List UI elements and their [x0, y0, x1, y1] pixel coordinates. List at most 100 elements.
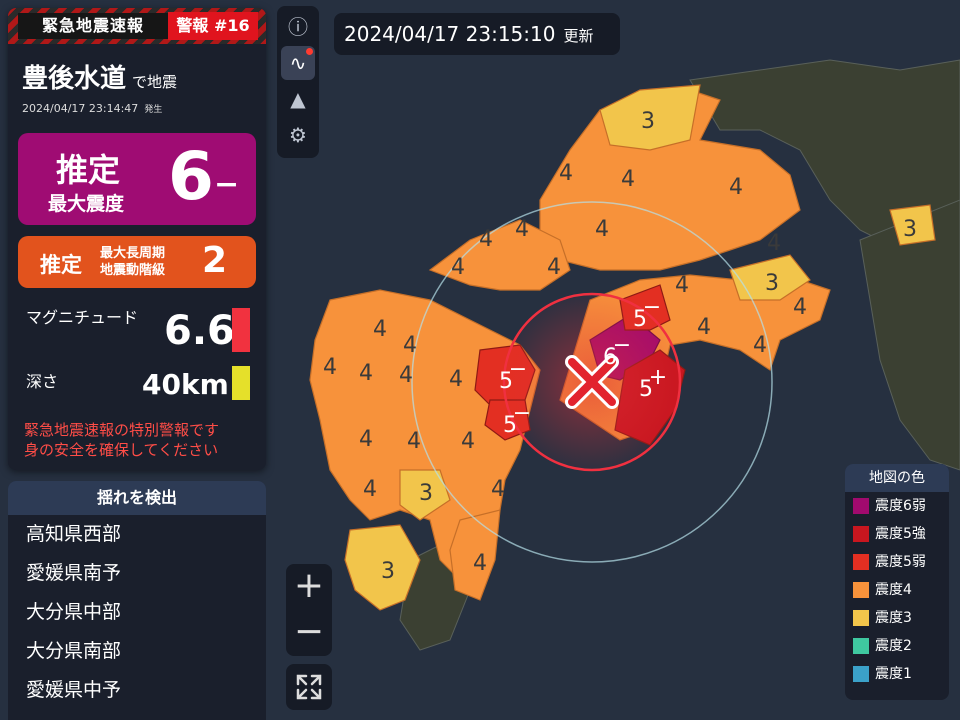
- max-intensity-label-2: 最大震度: [48, 193, 125, 215]
- legend-swatch: [853, 666, 869, 682]
- update-time-value: 2024/04/17 23:15:10: [344, 22, 556, 46]
- legend-item: 震度5強: [845, 520, 949, 548]
- legend-title: 地図の色: [845, 464, 949, 492]
- occurred-time-value: 2024/04/17 23:14:47: [22, 102, 139, 115]
- legend-label: 震度1: [875, 666, 912, 682]
- depth-row: 深さ: [26, 368, 58, 392]
- label-s4: 4: [767, 231, 781, 256]
- label-s4: 4: [479, 227, 493, 252]
- label-minus: −: [613, 333, 631, 358]
- fullscreen-button[interactable]: [286, 664, 332, 710]
- label-s4: 4: [399, 363, 413, 388]
- label-s4: 4: [491, 477, 505, 502]
- magnitude-value: 6.6: [164, 308, 235, 354]
- legend-item: 震度2: [845, 632, 949, 660]
- map-toolbar: ⓘ ∿ ▲ ⚙: [277, 6, 319, 158]
- label-s4: 4: [373, 317, 387, 342]
- label-s4: 4: [793, 295, 807, 320]
- occurred-label: 発生: [144, 105, 163, 115]
- label-s4: 4: [547, 255, 561, 280]
- max-intensity-value: 6−: [168, 141, 239, 213]
- detected-item[interactable]: 大分県南部: [8, 632, 266, 671]
- zoom-control: + −: [286, 564, 332, 656]
- label-s4: 4: [753, 333, 767, 358]
- eew-title: 緊急地震速報: [18, 13, 168, 39]
- legend-label: 震度5弱: [875, 554, 926, 570]
- gear-icon[interactable]: ⚙: [281, 118, 315, 152]
- fullscreen-icon: [296, 674, 322, 700]
- label-s4: 4: [359, 427, 373, 452]
- detected-title: 揺れを検出: [8, 481, 266, 515]
- label-s3: 3: [419, 481, 433, 506]
- detected-item[interactable]: 愛媛県南予: [8, 554, 266, 593]
- depth-value: 40km: [142, 368, 229, 401]
- zoom-in-button[interactable]: +: [286, 564, 332, 610]
- legend-swatch: [853, 610, 869, 626]
- update-label: 更新: [563, 27, 594, 45]
- label-minus: −: [643, 295, 661, 320]
- legend-swatch: [853, 498, 869, 514]
- zoom-out-button[interactable]: −: [286, 610, 332, 656]
- max-intensity-mod: −: [213, 167, 240, 202]
- legend-swatch: [853, 554, 869, 570]
- update-time: 2024/04/17 23:15:10 更新: [334, 13, 620, 55]
- eew-panel: 緊急地震速報 警報 #16 豊後水道 で地震 2024/04/17 23:14:4…: [8, 8, 266, 470]
- max-intensity-box: 推定 最大震度 6−: [18, 133, 256, 225]
- label-s4: 4: [451, 255, 465, 280]
- long-period-label-2b: 地震動階級: [100, 263, 166, 278]
- long-period-label-2a: 最大長周期: [100, 246, 166, 261]
- label-s4: 4: [675, 273, 689, 298]
- label-s4: 4: [407, 429, 421, 454]
- epicenter-name: 豊後水道 で地震: [22, 58, 177, 95]
- depth-label: 深さ: [26, 372, 59, 391]
- legend-item: 震度3: [845, 604, 949, 632]
- long-period-label-1: 推定: [40, 253, 82, 277]
- detected-item[interactable]: 高知県西部: [8, 515, 266, 554]
- map-legend: 地図の色 震度6弱震度5強震度5弱震度4 震度3 震度2 震度1: [845, 464, 949, 700]
- label-s4: 4: [363, 477, 377, 502]
- mountain-icon[interactable]: ▲: [281, 82, 315, 116]
- waveform-button[interactable]: ∿: [281, 46, 315, 80]
- special-warning-line-2: 身の安全を確保してください: [24, 441, 219, 459]
- max-intensity-label-1: 推定: [56, 151, 121, 189]
- magnitude-bar: [232, 308, 250, 352]
- label-s4: 4: [461, 429, 475, 454]
- label-s3: 3: [381, 559, 395, 584]
- label-s3: 3: [641, 109, 655, 134]
- warning-badge: 警報 #16: [168, 12, 258, 40]
- detected-panel: 揺れを検出 高知県西部 愛媛県南予 大分県中部 大分県南部 愛媛県中予: [8, 481, 266, 720]
- legend-item: 震度5弱: [845, 548, 949, 576]
- long-period-value: 2: [202, 240, 228, 281]
- place-name: 豊後水道: [22, 64, 127, 94]
- detected-item[interactable]: 大分県中部: [8, 593, 266, 632]
- label-s4: 4: [403, 333, 417, 358]
- legend-item: 震度6弱: [845, 492, 949, 520]
- special-warning: 緊急地震速報の特別警報です 身の安全を確保してください: [24, 420, 264, 460]
- label-s4: 4: [473, 551, 487, 576]
- label-plus: +: [649, 365, 667, 390]
- legend-label: 震度4: [875, 582, 912, 598]
- label-s4: 4: [697, 315, 711, 340]
- long-period-label-2: 最大長周期 地震動階級: [100, 245, 165, 279]
- legend-item: 震度1: [845, 660, 949, 688]
- label-minus: −: [513, 401, 531, 426]
- detected-item[interactable]: 愛媛県中予: [8, 671, 266, 710]
- label-s3: 3: [903, 217, 917, 242]
- magnitude-label: マグニチュード: [26, 308, 139, 327]
- label-minus: −: [509, 357, 527, 382]
- label-s4: 4: [515, 217, 529, 242]
- info-icon[interactable]: ⓘ: [281, 10, 315, 44]
- legend-swatch: [853, 638, 869, 654]
- long-period-box: 推定 最大長周期 地震動階級 2: [18, 236, 256, 288]
- place-suffix: で地震: [132, 73, 178, 91]
- eew-header: 緊急地震速報 警報 #16: [8, 8, 266, 44]
- label-s4: 4: [729, 175, 743, 200]
- legend-item: 震度4: [845, 576, 949, 604]
- legend-label: 震度6弱: [875, 498, 926, 514]
- label-s3: 3: [765, 271, 779, 296]
- occurred-time: 2024/04/17 23:14:47 発生: [22, 102, 162, 115]
- label-s4: 4: [621, 167, 635, 192]
- special-warning-line-1: 緊急地震速報の特別警報です: [24, 421, 220, 439]
- magnitude-row: マグニチュード: [26, 304, 138, 328]
- label-s4: 4: [359, 361, 373, 386]
